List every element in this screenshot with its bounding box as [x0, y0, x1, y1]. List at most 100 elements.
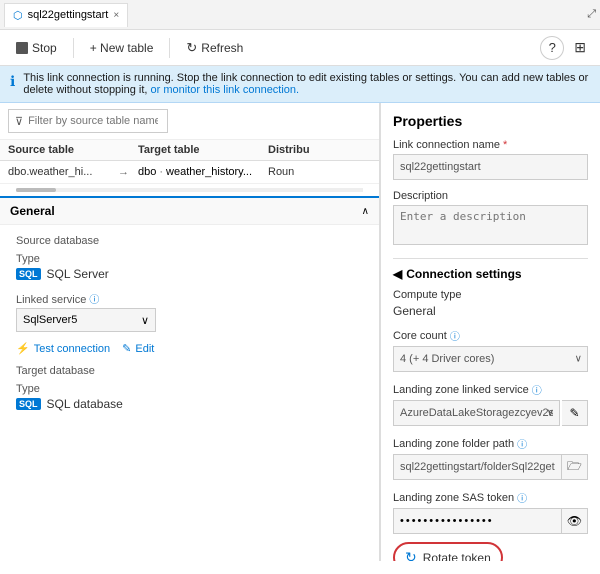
help-button[interactable]: ? [540, 36, 564, 60]
actions-row: ⚡ Test connection ✎ Edit [16, 342, 363, 355]
filter-input[interactable] [28, 115, 158, 127]
landing-zone-folder-input-wrap: 🗁 [393, 454, 588, 480]
col-header-source: Source table [8, 144, 118, 156]
target-database-group: Target database Type SQL SQL database [16, 365, 363, 411]
new-table-button[interactable]: + New table [82, 37, 162, 59]
link-conn-name-input[interactable] [393, 154, 588, 180]
right-panel: Properties Link connection name * Descri… [380, 103, 600, 561]
filter-icon: ⊽ [15, 115, 23, 128]
target-type-label: Type [16, 383, 363, 395]
linked-service-input[interactable]: SqlServer5 ∨ [16, 308, 156, 332]
general-section-content: Source database Type SQL SQL Server Link… [0, 225, 379, 431]
toolbar-right: ? ⊞ [540, 36, 592, 60]
info-icon: ℹ [10, 73, 15, 90]
connection-settings-header: ◀ Connection settings [393, 258, 588, 281]
core-count-select[interactable]: 4 (+ 4 Driver cores) [393, 346, 588, 372]
core-count-label: Core count ⓘ [393, 328, 588, 343]
chevron-down-icon: ∨ [141, 314, 149, 327]
toolbar-divider2 [169, 38, 170, 58]
landing-zone-service-select-wrap: AzureDataLakeStoragezcyev2sa ∨ [393, 400, 560, 426]
landing-zone-service-row: AzureDataLakeStoragezcyev2sa ∨ ✎ [393, 400, 588, 426]
stop-icon [16, 42, 28, 54]
info-banner: ℹ This link connection is running. Stop … [0, 66, 600, 103]
tab-bar: ⬡ sql22gettingstart × ⤢ [0, 0, 600, 30]
target-type-value: SQL SQL database [16, 397, 363, 411]
cell-target: dbo · weather_history... [138, 166, 268, 178]
token-input-row: 👁 [393, 508, 588, 534]
chevron-up-icon: ∧ [362, 206, 369, 217]
landing-zone-service-group: Landing zone linked service ⓘ AzureDataL… [393, 382, 588, 426]
landing-zone-token-group: Landing zone SAS token ⓘ 👁 ↻ Rotate toke… [393, 490, 588, 561]
description-label: Description [393, 190, 588, 202]
compute-type-group: Compute type General [393, 289, 588, 318]
refresh-icon: ↻ [186, 40, 197, 56]
test-icon: ⚡ [16, 342, 30, 355]
token-reveal-button[interactable]: 👁 [562, 508, 588, 534]
col-header-distrib: Distribu [268, 144, 328, 156]
link-conn-name-group: Link connection name * [393, 139, 588, 180]
tab-title: sql22gettingstart [28, 9, 109, 21]
core-count-select-wrap: 4 (+ 4 Driver cores) ∨ [393, 346, 588, 372]
cell-source: dbo.weather_hi... [8, 166, 118, 178]
tab-sql22gettingstart[interactable]: ⬡ sql22gettingstart × [4, 3, 128, 27]
landing-zone-folder-group: Landing zone folder path ⓘ 🗁 [393, 436, 588, 480]
filter-input-wrap[interactable]: ⊽ [8, 109, 168, 133]
properties-title: Properties [393, 113, 588, 129]
source-db-label: Source database [16, 235, 363, 247]
description-group: Description [393, 190, 588, 248]
main-layout: ⊽ Source table Target table Distribu dbo… [0, 103, 600, 561]
general-section-header[interactable]: General ∧ [0, 198, 379, 225]
source-type-group: Type SQL SQL Server [16, 253, 363, 281]
sql-badge: SQL [16, 268, 41, 280]
stop-button[interactable]: Stop [8, 37, 65, 59]
cell-distrib: Roun [268, 166, 328, 178]
type-label: Type [16, 253, 363, 265]
filter-bar: ⊽ [0, 103, 379, 140]
landing-zone-folder-input[interactable] [393, 454, 562, 480]
toolbar: Stop + New table ↻ Refresh ? ⊞ [0, 30, 600, 66]
cell-arrow: → [118, 166, 138, 178]
general-title: General [10, 204, 55, 218]
target-db-label: Target database [16, 365, 363, 377]
monitor-button[interactable]: ⊞ [568, 36, 592, 60]
landing-zone-service-label: Landing zone linked service ⓘ [393, 382, 588, 397]
edit-link[interactable]: ✎ Edit [122, 342, 154, 355]
linked-service-group: Linked service ⓘ SqlServer5 ∨ [16, 291, 363, 332]
token-input[interactable] [393, 508, 562, 534]
core-count-group: Core count ⓘ 4 (+ 4 Driver cores) ∨ [393, 328, 588, 372]
left-panel: ⊽ Source table Target table Distribu dbo… [0, 103, 380, 561]
refresh-button[interactable]: ↻ Refresh [178, 36, 251, 60]
folder-browse-button[interactable]: 🗁 [562, 454, 588, 480]
description-textarea[interactable] [393, 205, 588, 245]
rotate-icon: ↻ [405, 549, 417, 561]
info-text: This link connection is running. Stop th… [23, 72, 590, 96]
type-value: SQL SQL Server [16, 267, 363, 281]
rotate-token-button[interactable]: ↻ Rotate token [393, 542, 503, 561]
toolbar-divider [73, 38, 74, 58]
table-row[interactable]: dbo.weather_hi... → dbo · weather_histor… [0, 161, 379, 184]
general-section: General ∧ Source database Type SQL SQL S… [0, 196, 379, 431]
linked-service-label: Linked service ⓘ [16, 291, 363, 306]
compute-type-label: Compute type [393, 289, 588, 301]
link-conn-name-label: Link connection name * [393, 139, 588, 151]
target-type-group: Type SQL SQL database [16, 383, 363, 411]
collapse-icon: ◀ [393, 267, 402, 281]
edit-icon: ✎ [122, 342, 131, 355]
landing-zone-service-select[interactable]: AzureDataLakeStoragezcyev2sa [393, 400, 560, 426]
compute-type-value: General [393, 304, 588, 318]
expand-icon[interactable]: ⤢ [587, 8, 596, 21]
landing-zone-folder-label: Landing zone folder path ⓘ [393, 436, 588, 451]
scroll-indicator [16, 188, 363, 192]
tab-db-icon: ⬡ [13, 9, 23, 22]
source-database-group: Source database Type SQL SQL Server Link… [16, 235, 363, 355]
col-header-target: Target table [138, 144, 268, 156]
tab-close-button[interactable]: × [113, 10, 119, 21]
sql-badge-target: SQL [16, 398, 41, 410]
info-link[interactable]: or monitor this link connection. [151, 84, 300, 96]
landing-zone-token-label: Landing zone SAS token ⓘ [393, 490, 588, 505]
col-header-arrow [118, 144, 138, 156]
scroll-area [0, 184, 379, 196]
test-connection-link[interactable]: ⚡ Test connection [16, 342, 110, 355]
edit-landing-zone-service-button[interactable]: ✎ [562, 400, 588, 426]
scroll-thumb[interactable] [16, 188, 56, 192]
